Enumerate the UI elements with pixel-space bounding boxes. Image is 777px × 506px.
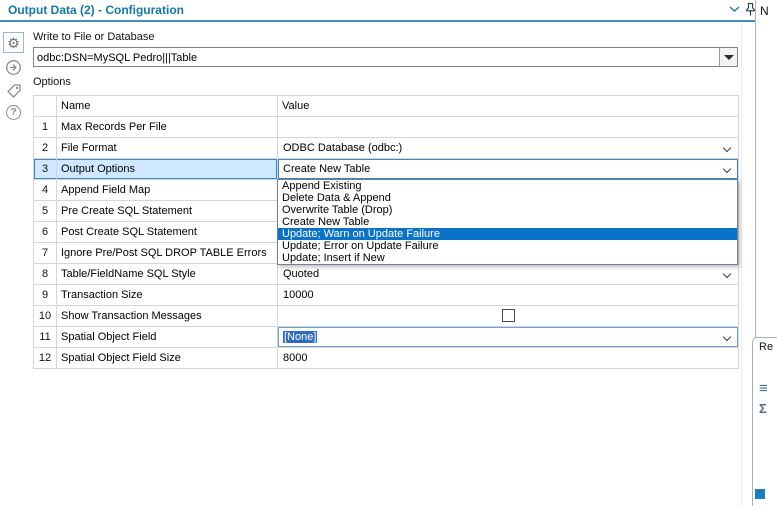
option-name[interactable]: Output Options [56, 158, 278, 180]
spatial-object-combobox[interactable]: [None] [277, 326, 739, 348]
annotation-tab[interactable] [3, 80, 24, 101]
chevron-down-icon[interactable] [729, 4, 740, 16]
results-panel-title: Re [759, 341, 774, 353]
row-number: 1 [33, 116, 57, 138]
dropdown-item[interactable]: Update; Insert if New [278, 252, 737, 264]
connection-input[interactable] [34, 48, 719, 66]
dropdown-item[interactable]: Create New Table [278, 216, 737, 228]
navigation-tab[interactable] [3, 57, 24, 78]
table-row[interactable]: 8 Table/FieldName SQL Style Quoted [33, 263, 739, 285]
option-name[interactable]: Show Transaction Messages [56, 305, 278, 327]
row-number: 5 [33, 200, 57, 222]
header-name: Name [56, 95, 278, 117]
table-row[interactable]: 10 Show Transaction Messages [33, 305, 739, 327]
row-number: 12 [33, 347, 57, 369]
chevron-down-icon[interactable] [723, 333, 732, 342]
connection-dropdown-button[interactable] [719, 48, 737, 66]
configuration-tab[interactable]: ⚙ [3, 32, 24, 53]
dropdown-item[interactable]: Append Existing [278, 180, 737, 192]
row-number: 11 [33, 326, 57, 348]
output-data-configuration-window: Output Data (2) - Configuration ⚙ ? Writ… [0, 0, 777, 506]
chevron-down-icon[interactable] [723, 144, 732, 153]
question-icon: ? [6, 105, 21, 120]
panel-title: Output Data (2) - Configuration [8, 3, 184, 17]
adjacent-panel-title: N [760, 4, 769, 18]
option-name[interactable]: Spatial Object Field [56, 326, 278, 348]
option-value[interactable] [277, 116, 739, 138]
checkbox[interactable] [501, 308, 515, 322]
results-panel: Re ≡ Σ [752, 337, 777, 506]
option-value-combobox[interactable]: ODBC Database (odbc:) [277, 137, 739, 159]
panel-inner-divider [741, 22, 742, 506]
header-value: Value [277, 95, 739, 117]
sigma-icon[interactable]: Σ [759, 401, 767, 416]
options-header-row: Name Value [33, 95, 739, 117]
option-name[interactable]: Post Create SQL Statement [56, 221, 278, 243]
option-name[interactable]: Pre Create SQL Statement [56, 200, 278, 222]
circle-arrow-icon [6, 60, 21, 75]
dropdown-item[interactable]: Delete Data & Append [278, 192, 737, 204]
chevron-down-icon[interactable] [723, 165, 732, 174]
table-row[interactable]: 9 Transaction Size 10000 [33, 284, 739, 306]
option-name[interactable]: Table/FieldName SQL Style [56, 263, 278, 285]
option-name[interactable]: File Format [56, 137, 278, 159]
gear-icon: ⚙ [7, 34, 20, 51]
option-name[interactable]: Append Field Map [56, 179, 278, 201]
dropdown-item[interactable]: Overwrite Table (Drop) [278, 204, 737, 216]
option-value[interactable]: 10000 [277, 284, 739, 306]
option-name[interactable]: Max Records Per File [56, 116, 278, 138]
tool-anchor-square [755, 489, 765, 499]
option-name[interactable]: Ignore Pre/Post SQL DROP TABLE Errors [56, 242, 278, 264]
table-row-selected[interactable]: 3 Output Options Create New Table [33, 158, 739, 180]
row-number: 10 [33, 305, 57, 327]
option-name[interactable]: Spatial Object Field Size [56, 347, 278, 369]
table-row[interactable]: 11 Spatial Object Field [None] [33, 326, 739, 348]
row-number: 8 [33, 263, 57, 285]
table-row[interactable]: 2 File Format ODBC Database (odbc:) [33, 137, 739, 159]
option-value[interactable]: 8000 [277, 347, 739, 369]
option-name[interactable]: Transaction Size [56, 284, 278, 306]
table-row[interactable]: 1 Max Records Per File [33, 116, 739, 138]
chevron-down-icon[interactable] [723, 270, 732, 279]
accent-divider [0, 20, 755, 22]
option-value[interactable] [277, 305, 739, 327]
row-number: 4 [33, 179, 57, 201]
output-options-combobox[interactable]: Create New Table [277, 158, 739, 180]
options-label: Options [33, 76, 71, 88]
row-number: 7 [33, 242, 57, 264]
list-icon[interactable]: ≡ [759, 381, 768, 396]
output-options-dropdown-list: Append Existing Delete Data & Append Ove… [277, 179, 738, 265]
connection-combobox[interactable] [33, 47, 738, 67]
row-number: 2 [33, 137, 57, 159]
row-number: 3 [33, 158, 57, 180]
row-number: 9 [33, 284, 57, 306]
table-row[interactable]: 12 Spatial Object Field Size 8000 [33, 347, 739, 369]
dropdown-item-highlighted[interactable]: Update; Warn on Update Failure [278, 228, 737, 240]
write-to-file-label: Write to File or Database [33, 31, 155, 43]
header-number [33, 95, 57, 117]
help-tab[interactable]: ? [3, 102, 24, 123]
option-value-combobox[interactable]: Quoted [277, 263, 739, 285]
row-number: 6 [33, 221, 57, 243]
tag-icon [6, 83, 21, 98]
dropdown-item[interactable]: Update; Error on Update Failure [278, 240, 737, 252]
